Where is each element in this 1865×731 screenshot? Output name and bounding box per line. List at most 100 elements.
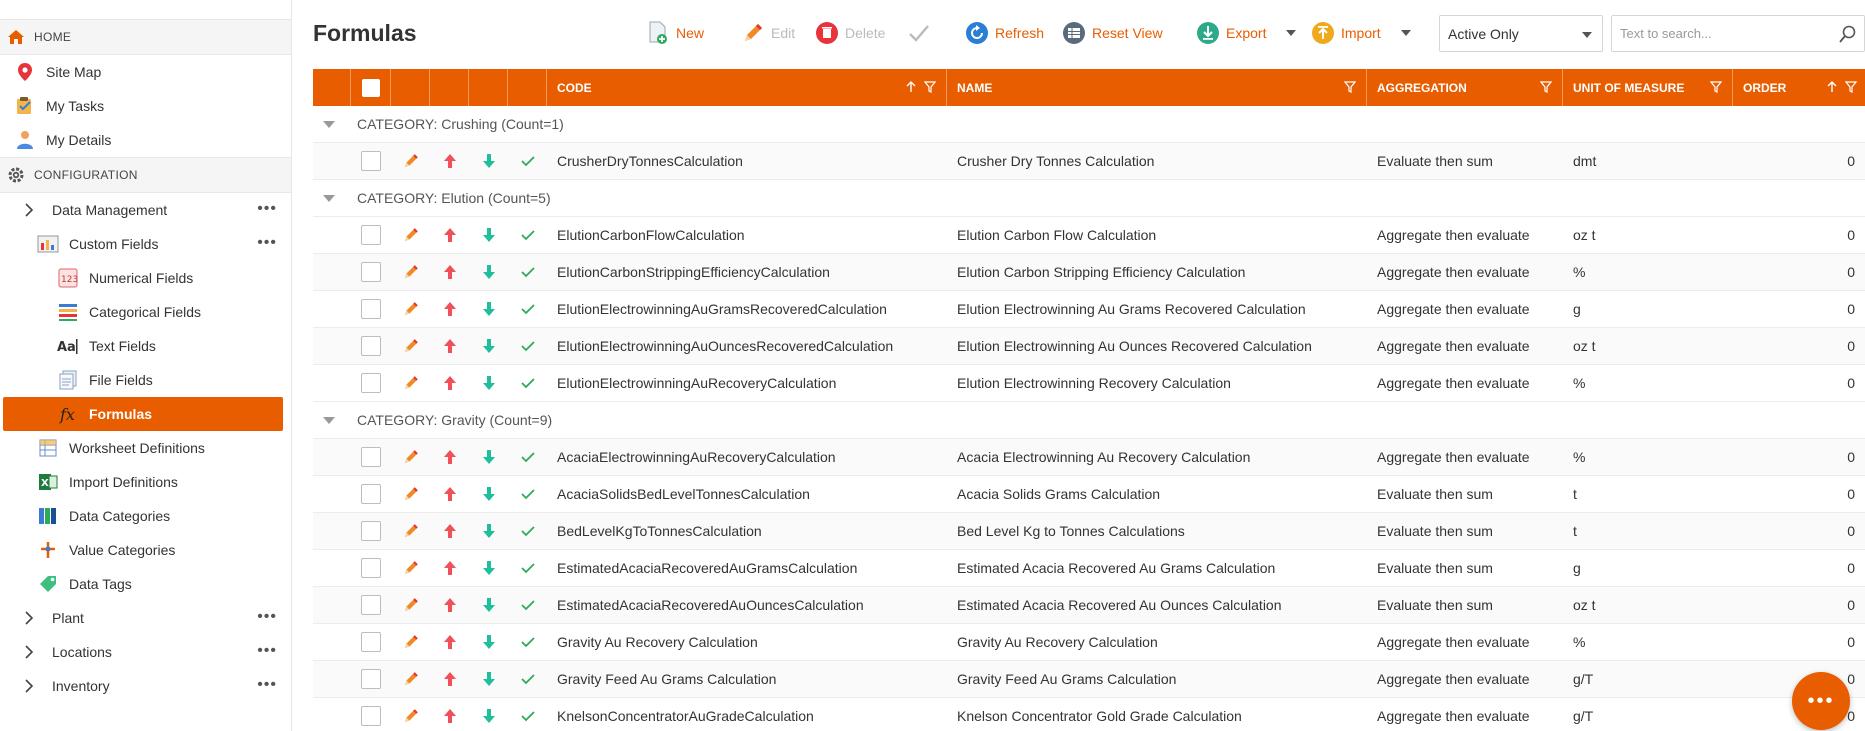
row-checkbox[interactable] (361, 521, 381, 541)
arrow-up-icon[interactable] (443, 708, 457, 724)
row-edit-cell[interactable] (391, 550, 430, 587)
row-checkbox[interactable] (361, 632, 381, 652)
arrow-down-icon[interactable] (482, 227, 496, 243)
sidebar-item-numerical-fields[interactable]: 123 Numerical Fields (0, 261, 291, 295)
more-options-icon[interactable]: ••• (257, 643, 277, 659)
arrow-up-icon[interactable] (443, 338, 457, 354)
row-checkbox[interactable] (361, 262, 381, 282)
header-select-all[interactable] (351, 69, 391, 106)
row-checkbox[interactable] (361, 706, 381, 726)
arrow-down-icon[interactable] (482, 523, 496, 539)
pencil-icon[interactable] (402, 152, 420, 170)
row-edit-cell[interactable] (391, 217, 430, 254)
chevron-right-icon[interactable] (22, 203, 36, 217)
arrow-down-icon[interactable] (482, 338, 496, 354)
search-input[interactable] (1612, 16, 1822, 51)
row-select-cell[interactable] (351, 328, 391, 365)
row-select-cell[interactable] (351, 439, 391, 476)
collapse-group-icon[interactable] (323, 194, 335, 202)
row-move-down-cell[interactable] (469, 217, 508, 254)
table-row[interactable]: EstimatedAcaciaRecoveredAuOuncesCalculat… (313, 587, 1865, 624)
row-checkbox[interactable] (361, 299, 381, 319)
table-row[interactable]: AcaciaElectrowinningAuRecoveryCalculatio… (313, 439, 1865, 476)
row-edit-cell[interactable] (391, 587, 430, 624)
row-move-up-cell[interactable] (430, 476, 469, 513)
row-checkbox[interactable] (361, 484, 381, 504)
pencil-icon[interactable] (402, 374, 420, 392)
pencil-icon[interactable] (402, 485, 420, 503)
row-select-cell[interactable] (351, 365, 391, 402)
edit-button[interactable]: Edit (741, 20, 795, 46)
sidebar-item-worksheet-definitions[interactable]: Worksheet Definitions (0, 431, 291, 465)
arrow-up-icon[interactable] (443, 634, 457, 650)
row-select-cell[interactable] (351, 661, 391, 698)
sort-ascending-icon[interactable] (1827, 81, 1837, 93)
row-edit-cell[interactable] (391, 513, 430, 550)
arrow-up-icon[interactable] (443, 486, 457, 502)
arrow-down-icon[interactable] (482, 671, 496, 687)
row-select-cell[interactable] (351, 254, 391, 291)
row-checkbox[interactable] (361, 595, 381, 615)
sort-ascending-icon[interactable] (906, 81, 916, 93)
sidebar-item-plant[interactable]: Plant ••• (0, 601, 291, 635)
sidebar-item-import-definitions[interactable]: X Import Definitions (0, 465, 291, 499)
import-dropdown-icon[interactable] (1401, 30, 1411, 36)
arrow-up-icon[interactable] (443, 597, 457, 613)
arrow-down-icon[interactable] (482, 264, 496, 280)
row-move-down-cell[interactable] (469, 624, 508, 661)
row-move-down-cell[interactable] (469, 698, 508, 731)
pencil-icon[interactable] (402, 670, 420, 688)
row-move-down-cell[interactable] (469, 365, 508, 402)
chevron-right-icon[interactable] (22, 645, 36, 659)
table-row[interactable]: KnelsonConcentratorAuGradeCalculation Kn… (313, 698, 1865, 731)
row-select-cell[interactable] (351, 143, 391, 180)
sidebar-item-data-management[interactable]: Data Management ••• (0, 193, 291, 227)
arrow-up-icon[interactable] (443, 449, 457, 465)
arrow-up-icon[interactable] (443, 671, 457, 687)
row-move-down-cell[interactable] (469, 254, 508, 291)
table-row[interactable]: Gravity Feed Au Grams Calculation Gravit… (313, 661, 1865, 698)
row-move-up-cell[interactable] (430, 291, 469, 328)
row-move-up-cell[interactable] (430, 254, 469, 291)
row-checkbox[interactable] (361, 373, 381, 393)
more-options-icon[interactable]: ••• (257, 201, 277, 217)
column-header-order[interactable]: ORDER (1733, 69, 1865, 106)
category-group-header[interactable]: CATEGORY: Gravity (Count=9) (313, 402, 1865, 439)
pencil-icon[interactable] (402, 226, 420, 244)
arrow-down-icon[interactable] (482, 597, 496, 613)
table-row[interactable]: EstimatedAcaciaRecoveredAuGramsCalculati… (313, 550, 1865, 587)
column-header-aggregation[interactable]: AGGREGATION (1367, 69, 1563, 106)
row-edit-cell[interactable] (391, 439, 430, 476)
row-move-up-cell[interactable] (430, 143, 469, 180)
row-checkbox[interactable] (361, 558, 381, 578)
collapse-group-icon[interactable] (323, 416, 335, 424)
row-move-down-cell[interactable] (469, 550, 508, 587)
sidebar-configuration[interactable]: CONFIGURATION (0, 157, 291, 193)
row-move-up-cell[interactable] (430, 550, 469, 587)
row-edit-cell[interactable] (391, 328, 430, 365)
row-select-cell[interactable] (351, 587, 391, 624)
filter-icon[interactable] (1344, 81, 1356, 93)
sidebar-item-file-fields[interactable]: File Fields (0, 363, 291, 397)
row-select-cell[interactable] (351, 476, 391, 513)
row-move-up-cell[interactable] (430, 365, 469, 402)
table-row[interactable]: AcaciaSolidsBedLevelTonnesCalculation Ac… (313, 476, 1865, 513)
table-row[interactable]: ElutionCarbonFlowCalculation Elution Car… (313, 217, 1865, 254)
row-move-down-cell[interactable] (469, 513, 508, 550)
row-edit-cell[interactable] (391, 698, 430, 731)
sidebar-item-text-fields[interactable]: Aa Text Fields (0, 329, 291, 363)
row-move-up-cell[interactable] (430, 661, 469, 698)
row-move-down-cell[interactable] (469, 439, 508, 476)
row-move-down-cell[interactable] (469, 143, 508, 180)
export-button[interactable]: Export (1196, 20, 1266, 46)
pencil-icon[interactable] (402, 522, 420, 540)
arrow-down-icon[interactable] (482, 449, 496, 465)
sidebar-item-my-details[interactable]: My Details (0, 123, 291, 157)
table-row[interactable]: Gravity Au Recovery Calculation Gravity … (313, 624, 1865, 661)
row-move-up-cell[interactable] (430, 624, 469, 661)
filter-icon[interactable] (1710, 81, 1722, 93)
row-move-down-cell[interactable] (469, 291, 508, 328)
search-icon[interactable] (1838, 24, 1858, 44)
table-row[interactable]: ElutionElectrowinningAuRecoveryCalculati… (313, 365, 1865, 402)
row-select-cell[interactable] (351, 291, 391, 328)
